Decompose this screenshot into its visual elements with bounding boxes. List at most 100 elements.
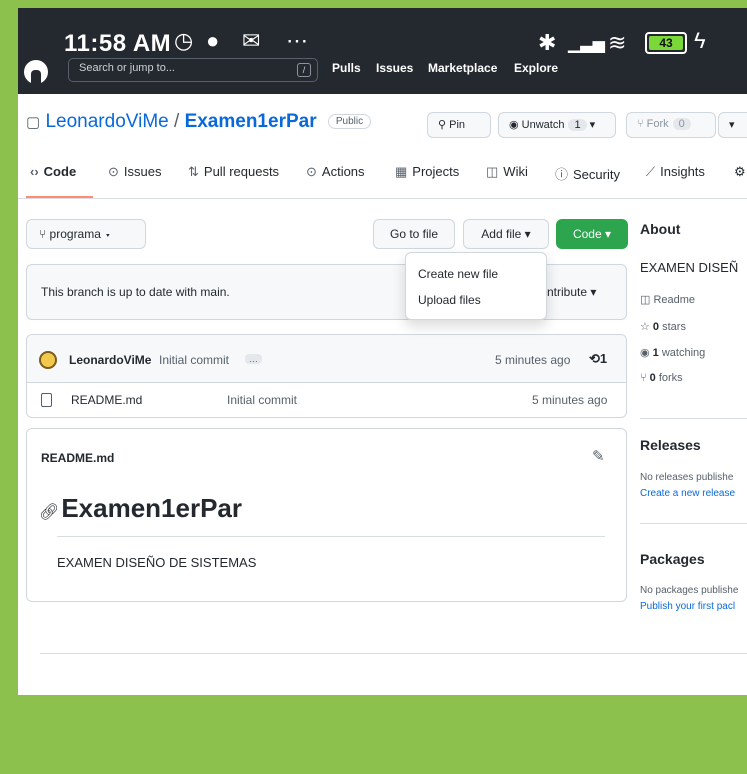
tab-wiki[interactable]: ◫ Wiki	[486, 164, 528, 180]
nav-marketplace[interactable]: Marketplace	[428, 61, 497, 75]
branch-status-text: This branch is up to date with main.	[41, 285, 230, 299]
file-time: 5 minutes ago	[532, 393, 608, 407]
tabs-divider	[18, 198, 747, 199]
signal-icon: ▁▃▅	[568, 36, 605, 53]
code-button[interactable]: Code ▾	[556, 219, 628, 249]
file-name-link[interactable]: README.md	[71, 393, 142, 407]
actions-icon: ⊙	[306, 164, 317, 179]
stars-link[interactable]: ☆ 0 stars	[640, 320, 686, 333]
anchor-link-icon[interactable]: 🔗︎	[39, 504, 59, 521]
tab-insights[interactable]: ⟋ Insights	[646, 164, 705, 180]
nav-explore[interactable]: Explore	[514, 61, 558, 75]
phone-screen: 11:58 AM ◷ ● ✉ ⋯ ✱ ▁▃▅ ≋ 43 ϟ Search or …	[18, 8, 747, 695]
publish-package-link[interactable]: Publish your first pacl	[640, 601, 735, 612]
readme-heading-text: Examen1erPar	[61, 493, 242, 523]
commit-author-link[interactable]: LeonardoViMe	[69, 353, 151, 367]
fork-dropdown-button[interactable]: ▾	[718, 112, 747, 138]
footer-divider	[40, 653, 747, 654]
search-placeholder: Search or jump to...	[79, 62, 175, 74]
eye-icon: ◉	[640, 347, 653, 359]
chevron-down-icon: ▾	[524, 227, 531, 241]
packages-title[interactable]: Packages	[640, 551, 705, 567]
commit-count: 1	[599, 351, 608, 366]
pencil-icon[interactable]: ✎	[592, 447, 605, 465]
fork-icon: ⑂	[637, 118, 647, 130]
releases-title[interactable]: Releases	[640, 437, 701, 453]
forks-label: forks	[658, 372, 683, 384]
commit-expand-button[interactable]: …	[245, 354, 262, 364]
repo-owner-link[interactable]: LeonardoViMe	[45, 111, 168, 132]
github-logo-icon[interactable]	[24, 60, 48, 84]
tab-label: Issues	[123, 164, 162, 179]
visibility-badge: Public	[327, 114, 372, 129]
tab-actions[interactable]: ⊙ Actions	[306, 164, 365, 180]
contribute-label: ntribute	[547, 285, 588, 299]
fork-button[interactable]: ⑂ Fork 0	[626, 112, 716, 138]
readme-body: EXAMEN DISEÑO DE SISTEMAS	[57, 555, 257, 570]
fork-icon: ⑂	[640, 372, 650, 384]
unwatch-button[interactable]: ◉ Unwatch 1 ▾	[498, 112, 616, 138]
charging-icon: ϟ	[694, 28, 706, 53]
readme-link[interactable]: ◫ Readme	[640, 293, 695, 306]
tab-label: Actions	[321, 164, 365, 179]
eye-icon: ◉	[509, 119, 522, 131]
file-icon	[41, 393, 52, 407]
tab-label: Projects	[412, 164, 460, 179]
readme-panel: README.md ✎ 🔗︎Examen1erPar EXAMEN DISEÑO…	[26, 428, 627, 602]
more-icon: ⋯	[286, 28, 308, 53]
settings-icon[interactable]: ⚙	[734, 164, 746, 180]
repo-name-link[interactable]: Examen1erPar	[185, 111, 317, 132]
table-row: README.md Initial commit 5 minutes ago	[27, 383, 626, 417]
tab-security[interactable]: ⓘ Security	[555, 164, 620, 183]
commit-message-link[interactable]: Initial commit	[159, 353, 229, 367]
history-icon: ⟲	[589, 351, 600, 366]
fork-count: 0	[672, 118, 691, 130]
watching-count: 1	[652, 347, 659, 359]
stars-label: stars	[662, 321, 686, 333]
readme-heading: 🔗︎Examen1erPar	[39, 493, 242, 524]
readme-label: README.md	[41, 451, 115, 465]
tab-issues[interactable]: ⊙ Issues	[108, 164, 161, 180]
avatar[interactable]	[39, 351, 57, 369]
contribute-button[interactable]: ntribute ▾	[547, 285, 596, 299]
add-file-button[interactable]: Add file ▾	[463, 219, 549, 249]
tab-label: Code	[43, 164, 77, 179]
wiki-icon: ◫	[486, 164, 499, 179]
tab-label: Insights	[660, 164, 705, 179]
chevron-down-icon: ▾	[729, 119, 735, 131]
search-input[interactable]: Search or jump to... /	[68, 58, 318, 82]
repo-separator: /	[168, 111, 185, 132]
readme-link-label: Readme	[653, 294, 696, 306]
menu-item-create-new-file[interactable]: Create new file	[418, 267, 498, 281]
pin-label: Pin	[449, 119, 466, 131]
facebook-icon: ●	[206, 28, 220, 53]
stars-count: 0	[652, 321, 660, 333]
star-icon: ☆	[640, 321, 653, 333]
commit-history-link[interactable]: ⟲1	[589, 351, 607, 367]
sidebar-divider	[640, 523, 747, 524]
search-shortcut-key: /	[297, 63, 311, 77]
forks-link[interactable]: ⑂ 0 forks	[640, 372, 683, 384]
tab-code[interactable]: ‹› Code	[30, 164, 76, 179]
watching-link[interactable]: ◉ 1 watching	[640, 346, 705, 359]
nav-pulls[interactable]: Pulls	[332, 61, 361, 75]
forks-count: 0	[649, 372, 656, 384]
branch-name: programa	[49, 227, 101, 241]
sidebar-divider	[640, 418, 747, 419]
go-to-file-button[interactable]: Go to file	[373, 219, 455, 249]
pin-icon: ⚲	[438, 119, 450, 131]
repo-icon: ▢	[26, 114, 41, 131]
repo-title: ▢ LeonardoViMe / Examen1erPar Public	[26, 111, 372, 133]
file-commit-link[interactable]: Initial commit	[227, 393, 297, 407]
github-header: 11:58 AM ◷ ● ✉ ⋯ ✱ ▁▃▅ ≋ 43 ϟ Search or …	[18, 8, 747, 94]
tab-projects[interactable]: ▦ Projects	[395, 164, 459, 180]
create-release-link[interactable]: Create a new release	[640, 488, 735, 499]
tab-pull-requests[interactable]: ⇅ Pull requests	[188, 164, 279, 180]
latest-commit-row: LeonardoViMe Initial commit … 5 minutes …	[27, 335, 626, 383]
nav-issues[interactable]: Issues	[376, 61, 413, 75]
heading-divider	[57, 536, 605, 537]
pin-button[interactable]: ⚲ Pin	[427, 112, 491, 138]
menu-item-upload-files[interactable]: Upload files	[418, 293, 481, 307]
branch-select-button[interactable]: ⑂ programa ▾	[26, 219, 146, 249]
code-label: Code	[572, 227, 602, 241]
